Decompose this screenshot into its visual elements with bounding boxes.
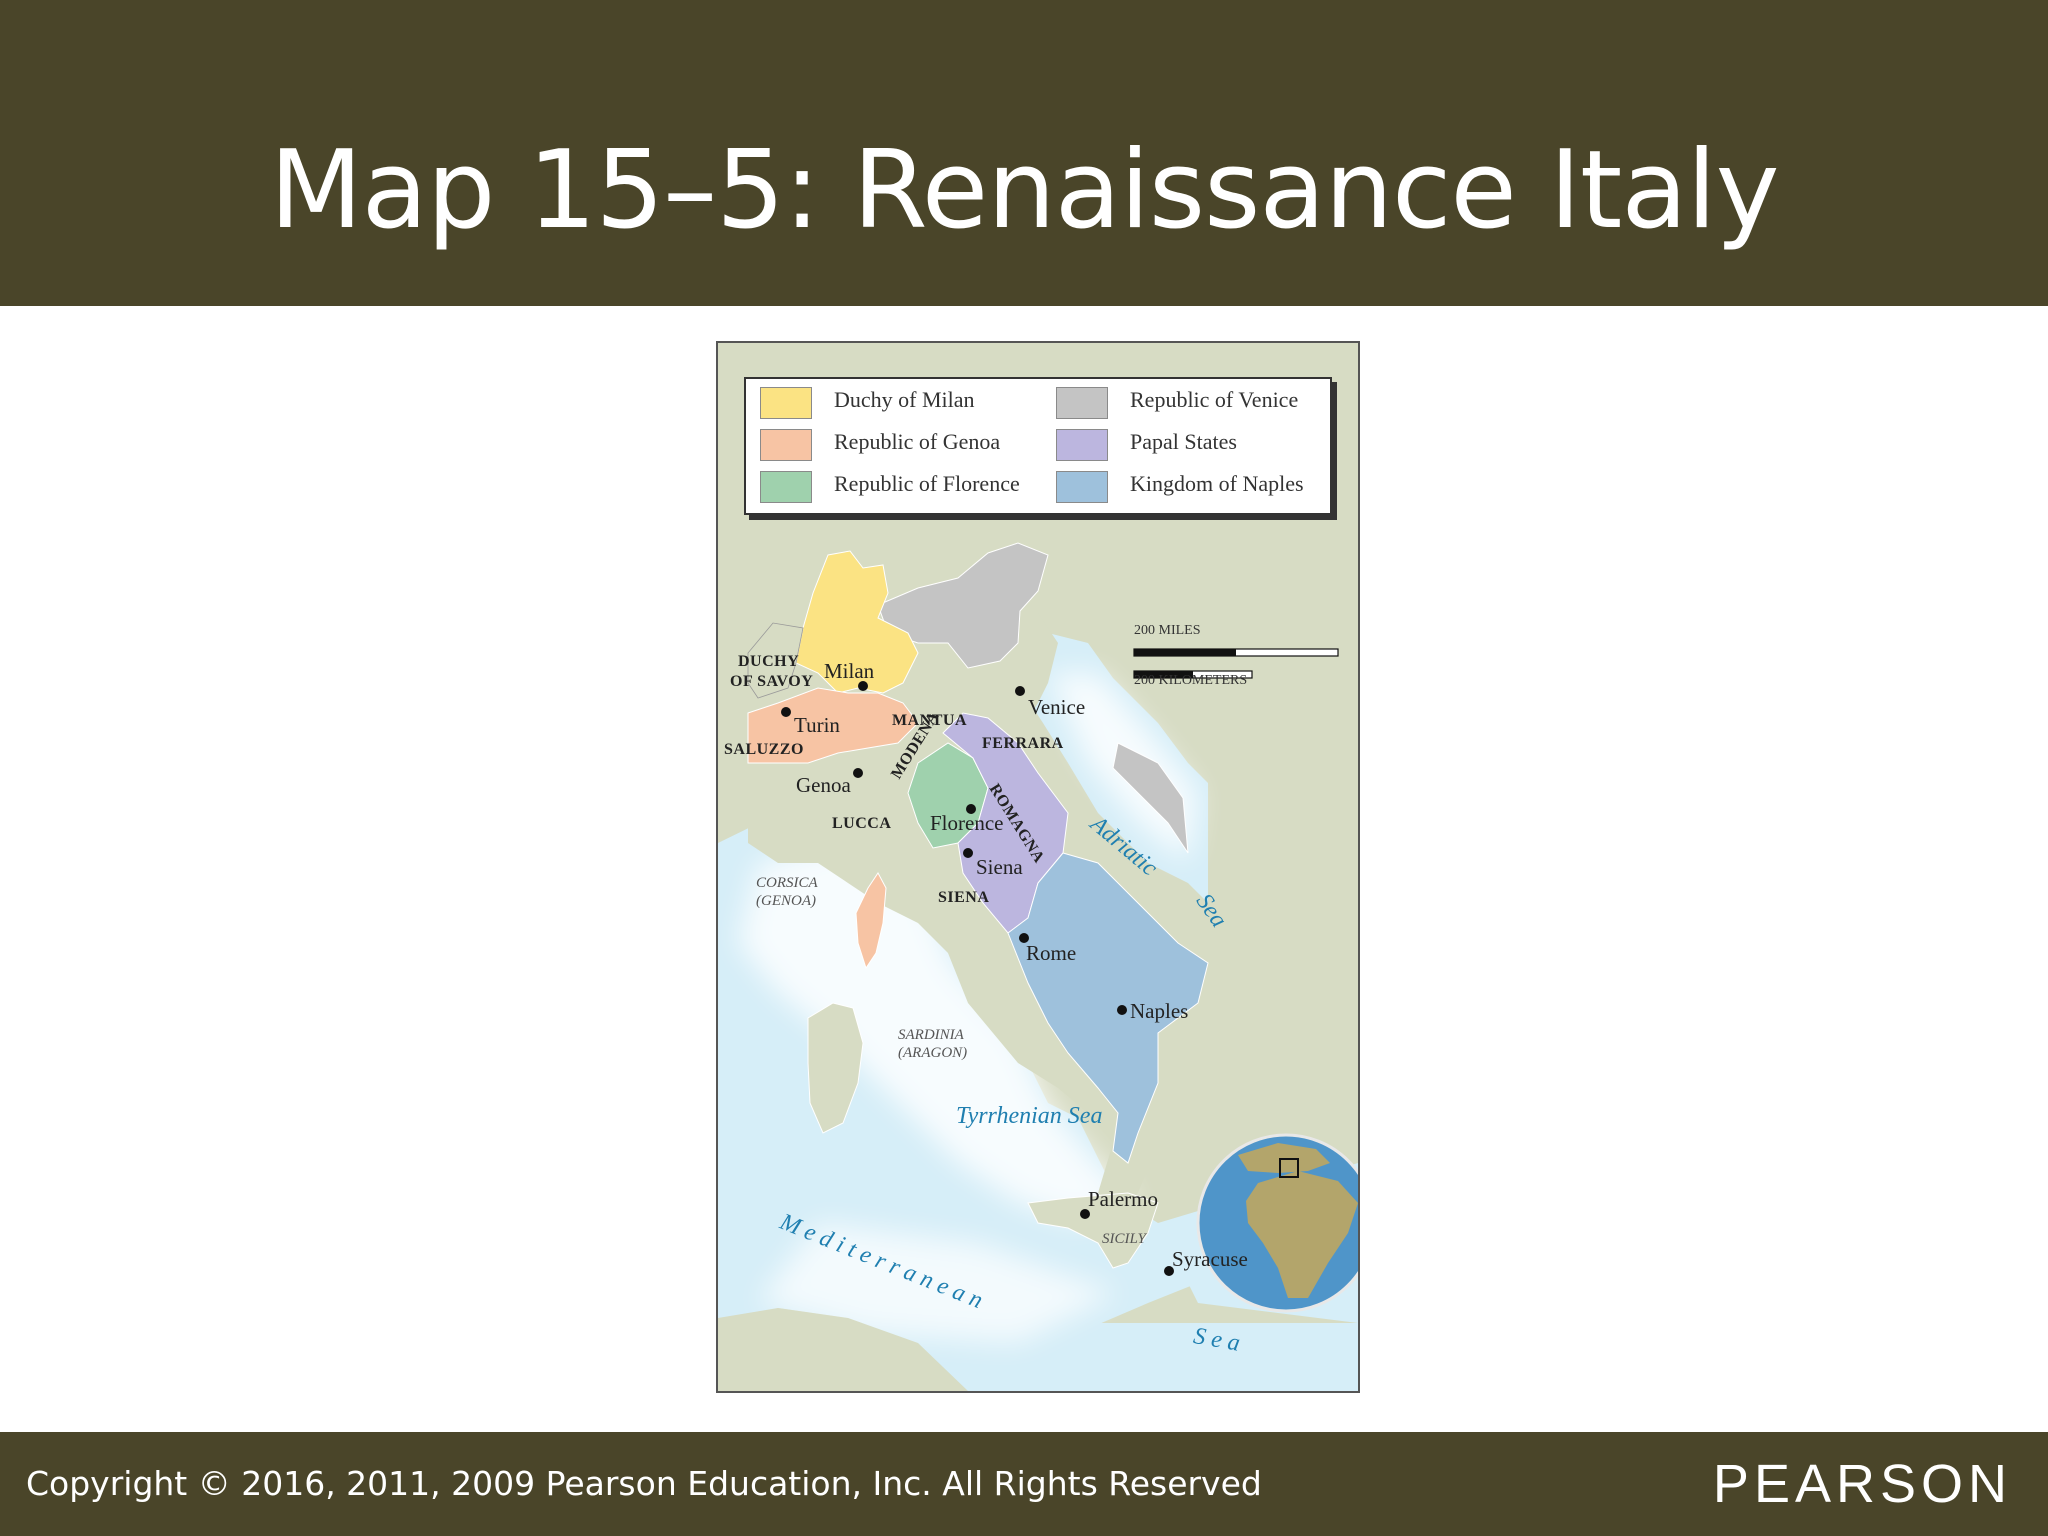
legend-swatch xyxy=(1056,471,1108,503)
city-label-naples: Naples xyxy=(1130,999,1189,1023)
island-label-sicily: SICILY xyxy=(1102,1231,1146,1247)
legend-label: Republic of Venice xyxy=(1130,387,1299,412)
footer-bar: Copyright © 2016, 2011, 2009 Pearson Edu… xyxy=(0,1432,2048,1536)
island-label-corsica-1: CORSICA xyxy=(756,875,818,891)
island-label-corsica-2: (GENOA) xyxy=(756,893,816,909)
legend-swatch xyxy=(760,387,812,419)
sea-label-tyrrhenian: Tyrrhenian Sea xyxy=(956,1103,1103,1129)
legend-label: Republic of Florence xyxy=(834,471,1020,496)
legend-label: Kingdom of Naples xyxy=(1130,471,1304,496)
city-label-syracuse: Syracuse xyxy=(1172,1247,1248,1271)
city-label-florence: Florence xyxy=(930,811,1004,835)
city-label-genoa: Genoa xyxy=(796,773,851,797)
renaissance-italy-map: Duchy of Milan Republic of Genoa Republi… xyxy=(716,341,1360,1393)
copyright-text: Copyright © 2016, 2011, 2009 Pearson Edu… xyxy=(26,1464,1262,1503)
locator-globe xyxy=(1196,1133,1358,1313)
state-label-lucca: LUCCA xyxy=(832,815,892,832)
legend-swatch xyxy=(760,429,812,461)
state-label-duchy-of-savoy-2: OF SAVOY xyxy=(730,673,814,690)
slide-title: Map 15–5: Renaissance Italy xyxy=(269,128,1780,253)
state-label-ferrara: FERRARA xyxy=(982,735,1064,752)
map-legend: Duchy of Milan Republic of Genoa Republi… xyxy=(744,377,1332,515)
state-label-saluzzo: SALUZZO xyxy=(724,741,804,758)
scale-kilometers-label: 200 KILOMETERS xyxy=(1134,673,1248,688)
city-label-palermo: Palermo xyxy=(1088,1187,1158,1211)
island-label-sardinia-1: SARDINIA xyxy=(898,1027,964,1043)
title-bar: Map 15–5: Renaissance Italy xyxy=(0,0,2048,306)
legend-swatch xyxy=(1056,387,1108,419)
city-label-turin: Turin xyxy=(794,713,840,737)
city-label-siena: Siena xyxy=(976,855,1023,879)
legend-swatch xyxy=(760,471,812,503)
city-label-rome: Rome xyxy=(1026,941,1077,965)
pearson-logo: PEARSON xyxy=(1712,1454,2012,1514)
city-label-venice: Venice xyxy=(1028,695,1086,719)
legend-label: Duchy of Milan xyxy=(834,387,975,412)
state-label-duchy-of-savoy-1: DUCHY xyxy=(738,653,800,670)
legend-label: Papal States xyxy=(1130,429,1237,454)
island-label-sardinia-2: (ARAGON) xyxy=(898,1045,968,1061)
legend-swatch xyxy=(1056,429,1108,461)
state-label-siena: SIENA xyxy=(938,889,990,906)
legend-label: Republic of Genoa xyxy=(834,429,1001,454)
city-label-milan: Milan xyxy=(824,659,875,683)
scale-miles-label: 200 MILES xyxy=(1134,623,1201,638)
